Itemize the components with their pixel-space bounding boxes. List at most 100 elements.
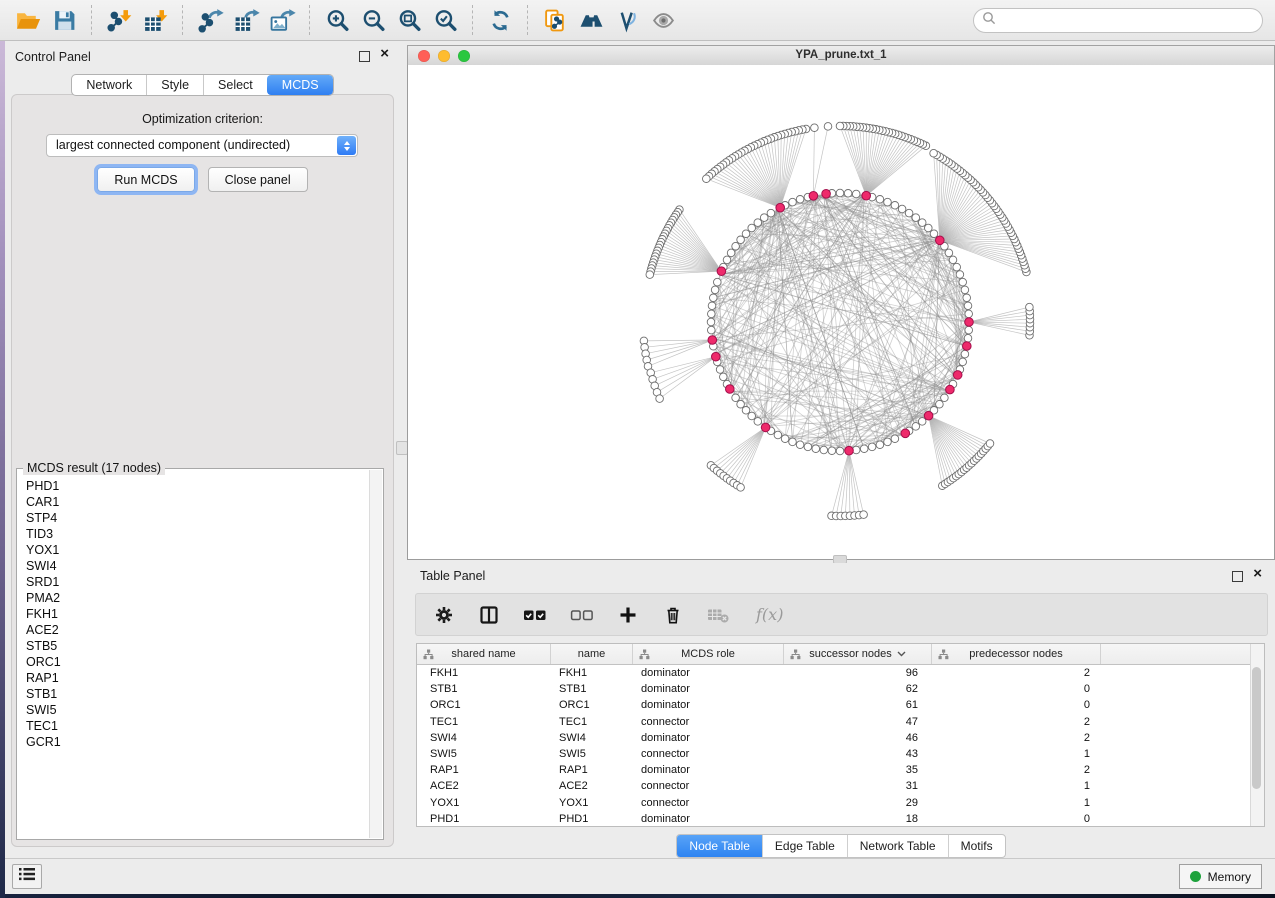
show-column-icon[interactable] [477, 603, 501, 627]
memory-button[interactable]: Memory [1179, 864, 1262, 889]
network-node[interactable] [732, 242, 740, 250]
dominator-node[interactable] [901, 429, 910, 438]
network-node[interactable] [804, 443, 812, 451]
network-node[interactable] [884, 198, 892, 206]
dominator-node[interactable] [965, 318, 974, 327]
graphics-details-icon[interactable] [609, 4, 645, 36]
dominator-node[interactable] [953, 371, 962, 380]
table-row[interactable]: PHD1PHD1dominator180 [417, 811, 1251, 827]
mcds-result-item[interactable]: GCR1 [26, 734, 370, 750]
leaf-node[interactable] [1026, 303, 1034, 311]
network-node[interactable] [748, 412, 756, 420]
zoom-fit-icon[interactable] [391, 4, 427, 36]
mcds-result-item[interactable]: SRD1 [26, 574, 370, 590]
network-node[interactable] [918, 219, 926, 227]
network-node[interactable] [925, 224, 933, 232]
table-row[interactable]: ORC1ORC1dominator610 [417, 697, 1251, 713]
network-node[interactable] [959, 358, 967, 366]
network-node[interactable] [754, 418, 762, 426]
network-node[interactable] [812, 445, 820, 453]
network-node[interactable] [959, 278, 967, 286]
network-node[interactable] [868, 443, 876, 451]
network-node[interactable] [727, 249, 735, 257]
column-header-MCDS-role[interactable]: MCDS role [633, 644, 784, 664]
table-scrollbar-thumb[interactable] [1252, 667, 1261, 789]
column-header-predecessor-nodes[interactable]: predecessor nodes [932, 644, 1101, 664]
export-image-icon[interactable] [264, 4, 300, 36]
mcds-result-item[interactable]: STB5 [26, 638, 370, 654]
dominator-node[interactable] [963, 342, 972, 351]
mcds-result-item[interactable]: ACE2 [26, 622, 370, 638]
deselect-all-icon[interactable] [569, 603, 595, 627]
network-node[interactable] [961, 350, 969, 358]
mcds-list-scrollbar[interactable] [369, 470, 382, 838]
leaf-node[interactable] [930, 149, 938, 157]
network-node[interactable] [956, 271, 964, 279]
tab-motifs[interactable]: Motifs [948, 835, 1005, 857]
dominator-node[interactable] [726, 385, 735, 394]
network-node[interactable] [716, 366, 724, 374]
add-column-icon[interactable] [616, 603, 640, 627]
table-row[interactable]: ACE2ACE2connector311 [417, 778, 1251, 794]
network-node[interactable] [711, 286, 719, 294]
network-node[interactable] [737, 400, 745, 408]
network-node[interactable] [963, 294, 971, 302]
network-node[interactable] [876, 196, 884, 204]
network-node[interactable] [965, 310, 973, 318]
network-node[interactable] [742, 230, 750, 238]
import-table-icon[interactable] [137, 4, 173, 36]
network-node[interactable] [949, 256, 957, 264]
dominator-node[interactable] [776, 203, 785, 212]
leaf-node[interactable] [811, 124, 819, 132]
network-node[interactable] [941, 394, 949, 402]
network-node[interactable] [953, 263, 961, 271]
network-node[interactable] [860, 445, 868, 453]
network-node[interactable] [789, 438, 797, 446]
network-node[interactable] [964, 334, 972, 342]
network-window-titlebar[interactable]: YPA_prune.txt_1 [407, 45, 1275, 66]
network-node[interactable] [836, 189, 844, 197]
network-node[interactable] [918, 418, 926, 426]
table-row[interactable]: TEC1TEC1connector472 [417, 714, 1251, 730]
mcds-result-item[interactable]: ORC1 [26, 654, 370, 670]
dominator-node[interactable] [708, 336, 717, 345]
mcds-result-item[interactable]: RAP1 [26, 670, 370, 686]
table-settings-gear-icon[interactable] [432, 603, 456, 627]
clone-network-icon[interactable] [537, 4, 573, 36]
mcds-result-item[interactable]: SWI4 [26, 558, 370, 574]
search-box[interactable] [973, 8, 1263, 33]
network-node[interactable] [732, 394, 740, 402]
network-node[interactable] [852, 190, 860, 198]
tab-select[interactable]: Select [203, 75, 267, 95]
task-history-button[interactable] [12, 864, 42, 889]
close-panel-button[interactable]: Close panel [208, 167, 308, 192]
network-node[interactable] [876, 441, 884, 449]
mcds-result-item[interactable]: PMA2 [26, 590, 370, 606]
open-file-icon[interactable] [10, 4, 46, 36]
network-node[interactable] [898, 205, 906, 213]
dominator-node[interactable] [712, 352, 721, 361]
optimization-criterion-select[interactable]: largest connected component (undirected) [46, 134, 358, 157]
zoom-in-icon[interactable] [319, 4, 355, 36]
network-node[interactable] [912, 423, 920, 431]
network-node[interactable] [891, 435, 899, 443]
delete-column-trash-icon[interactable] [661, 603, 685, 627]
network-node[interactable] [836, 447, 844, 455]
zoom-out-icon[interactable] [355, 4, 391, 36]
network-node[interactable] [884, 438, 892, 446]
network-node[interactable] [912, 214, 920, 222]
network-node[interactable] [796, 441, 804, 449]
network-node[interactable] [774, 431, 782, 439]
network-node[interactable] [754, 219, 762, 227]
dominator-node[interactable] [761, 423, 770, 432]
network-node[interactable] [820, 446, 828, 454]
dominator-node[interactable] [845, 446, 854, 455]
mcds-result-item[interactable]: PHD1 [26, 478, 370, 494]
export-network-icon[interactable] [192, 4, 228, 36]
network-node[interactable] [891, 202, 899, 210]
tab-style[interactable]: Style [146, 75, 203, 95]
network-node[interactable] [708, 302, 716, 310]
mcds-result-item[interactable]: TEC1 [26, 718, 370, 734]
network-node[interactable] [742, 407, 750, 415]
network-node[interactable] [828, 447, 836, 455]
